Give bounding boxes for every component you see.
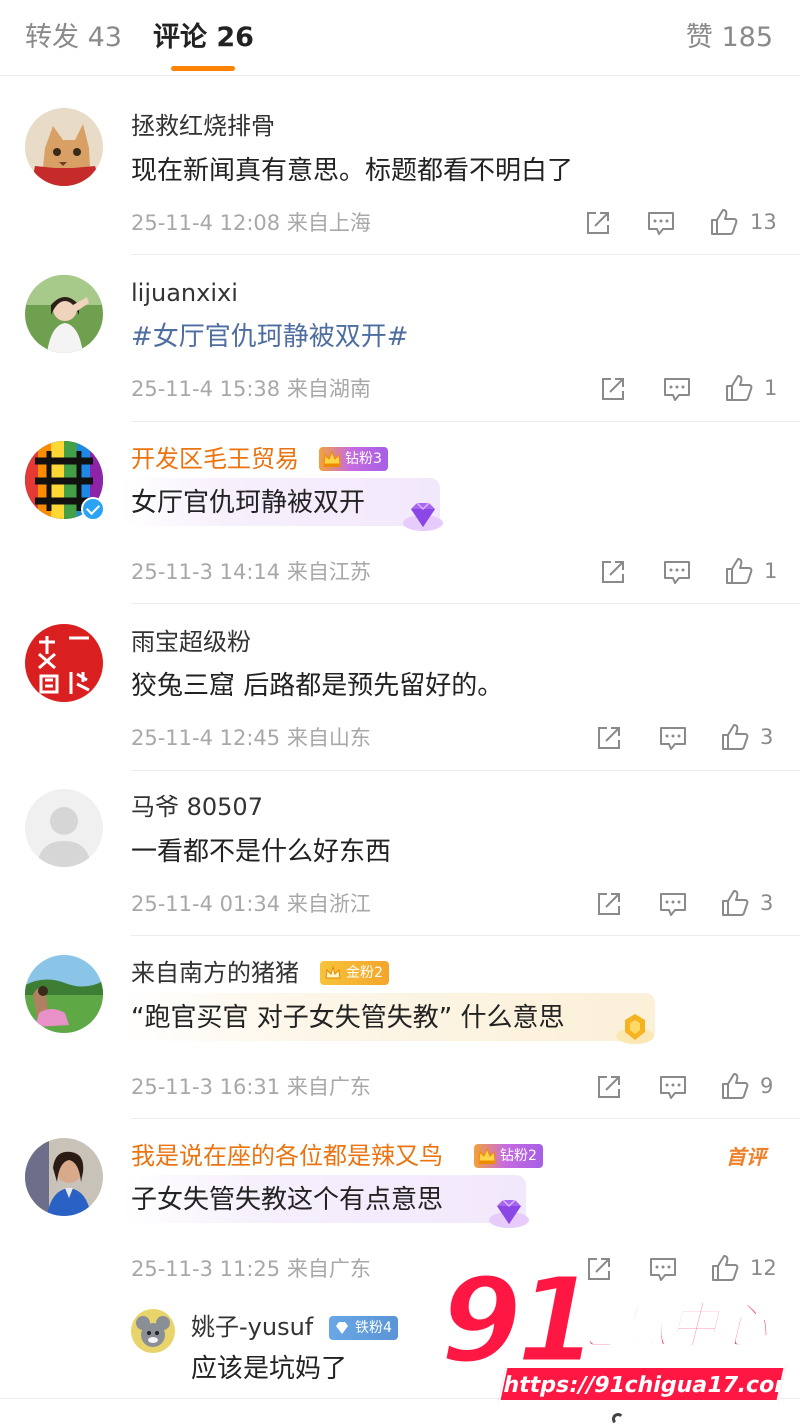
like-icon[interactable] <box>720 1071 750 1101</box>
comment-meta: 25-11-4 12:08 来自上海 <box>131 211 371 235</box>
comment-meta: 25-11-3 16:31 来自广东 <box>131 1075 371 1099</box>
avatar[interactable] <box>25 789 103 867</box>
repost-icon[interactable] <box>598 374 628 404</box>
comment-icon[interactable] <box>658 1072 688 1102</box>
like-count: 9 <box>760 1074 774 1098</box>
crown-icon <box>325 965 341 979</box>
comment-text: 女厅官仇珂静被双开 <box>131 488 366 518</box>
divider <box>131 770 800 771</box>
watermark-name: 吃瓜中心 <box>567 1296 769 1356</box>
username[interactable]: 来自南方的猪猪 <box>131 957 299 989</box>
verified-icon <box>81 497 105 521</box>
like-count: 1 <box>764 559 778 583</box>
avatar[interactable] <box>25 624 103 702</box>
divider <box>131 254 800 255</box>
username[interactable]: 拯救红烧排骨 <box>131 110 275 142</box>
comment-meta: 25-11-3 11:25 来自广东 <box>131 1257 371 1281</box>
comment-text: 狡兔三窟 后路都是预先留好的。 <box>131 671 504 701</box>
hashtag-link[interactable]: #女厅官仇珂静被双开# <box>131 319 409 355</box>
reply-username[interactable]: 姚子-yusuf <box>191 1311 313 1343</box>
crown-icon <box>323 450 341 467</box>
like-count: 1 <box>764 376 778 400</box>
reply-avatar[interactable] <box>131 1309 175 1353</box>
watermark-url: https://91chigua17.com <box>498 1366 800 1402</box>
like-count: 3 <box>760 725 774 749</box>
crown-icon <box>478 1147 496 1164</box>
comment-icon[interactable] <box>658 723 688 753</box>
comment-text: 一看都不是什么好东西 <box>131 837 392 867</box>
avatar[interactable] <box>25 275 103 353</box>
tab-repost[interactable]: 转发 43 <box>25 20 122 56</box>
repost-icon[interactable] <box>594 1072 624 1102</box>
comment-meta: 25-11-4 12:45 来自山东 <box>131 726 371 750</box>
diamond-icon <box>489 1199 529 1228</box>
fan-badge-label: 铁粉4 <box>355 1320 392 1336</box>
loading-icon <box>612 1413 624 1425</box>
divider <box>131 421 800 422</box>
comment-text: 现在新闻真有意思。标题都看不明白了 <box>131 156 574 186</box>
repost-icon[interactable] <box>594 889 624 919</box>
comment-meta: 25-11-4 01:34 来自浙江 <box>131 892 371 916</box>
tab-bar: 转发 43 评论 26 赞 185 <box>0 0 800 76</box>
avatar[interactable] <box>25 955 103 1033</box>
username[interactable]: lijuanxixi <box>131 277 238 309</box>
fan-badge-label: 钻粉2 <box>500 1148 537 1164</box>
like-count: 13 <box>750 210 777 234</box>
like-count: 3 <box>760 891 774 915</box>
username[interactable]: 开发区毛王贸易 <box>131 443 299 475</box>
comment-text: 子女失管失教这个有点意思 <box>131 1185 444 1215</box>
repost-icon[interactable] <box>594 723 624 753</box>
avatar[interactable] <box>25 1138 103 1216</box>
comment-icon[interactable] <box>658 889 688 919</box>
comment-meta: 25-11-4 15:38 来自湖南 <box>131 377 371 401</box>
like-icon[interactable] <box>724 556 754 586</box>
like-icon[interactable] <box>720 888 750 918</box>
fan-badge-label: 金粉2 <box>346 965 383 981</box>
comment-icon[interactable] <box>646 208 676 238</box>
diamond-icon <box>403 502 443 531</box>
like-icon[interactable] <box>720 722 750 752</box>
comment-meta: 25-11-3 14:14 来自江苏 <box>131 560 371 584</box>
first-comment-tag: 首评 <box>726 1145 766 1169</box>
fan-badge[interactable]: 钻粉3 <box>319 447 388 471</box>
avatar[interactable] <box>25 108 103 186</box>
fan-badge-label: 钻粉3 <box>345 451 382 467</box>
repost-icon[interactable] <box>583 208 613 238</box>
diamond-small-icon <box>336 1322 348 1334</box>
tab-active-indicator <box>171 66 235 71</box>
like-icon[interactable] <box>724 373 754 403</box>
comment-icon[interactable] <box>662 557 692 587</box>
reply-text: 应该是坑妈了 <box>191 1354 348 1384</box>
fan-badge[interactable]: 钻粉2 <box>474 1144 543 1168</box>
username[interactable]: 雨宝超级粉 <box>131 626 251 658</box>
divider <box>131 603 800 604</box>
username[interactable]: 马爷 80507 <box>131 791 263 823</box>
tab-comment[interactable]: 评论 26 <box>153 20 254 56</box>
divider <box>131 935 800 936</box>
watermark-logo: 91 吃瓜中心 https://91chigua17.com <box>438 1259 800 1408</box>
gold-diamond-icon <box>616 1014 654 1044</box>
fan-badge[interactable]: 铁粉4 <box>329 1316 398 1340</box>
tab-like[interactable]: 赞 185 <box>686 20 773 56</box>
repost-icon[interactable] <box>598 557 628 587</box>
like-icon[interactable] <box>709 207 739 237</box>
comment-icon[interactable] <box>662 374 692 404</box>
username[interactable]: 我是说在座的各位都是辣又鸟 <box>131 1140 443 1172</box>
comment-text: “跑官买官 对子女失管失教” 什么意思 <box>131 1003 565 1033</box>
divider <box>131 1118 800 1119</box>
fan-badge[interactable]: 金粉2 <box>320 961 389 985</box>
